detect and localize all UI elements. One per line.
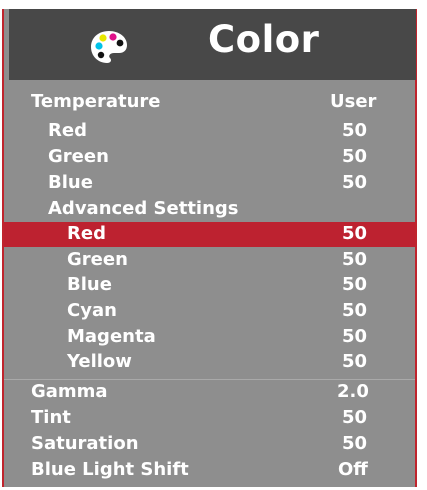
advanced-magenta-row[interactable]: Magenta 50 [4, 325, 415, 350]
blue-light-shift-row[interactable]: Blue Light Shift Off [4, 458, 415, 483]
advanced-blue-row[interactable]: Blue 50 [4, 273, 415, 298]
advanced-settings-row[interactable]: Advanced Settings [4, 197, 415, 222]
blue-value: 50 [342, 172, 368, 193]
advanced-settings-label: Advanced Settings [48, 198, 239, 219]
red-value: 50 [342, 120, 368, 141]
saturation-label: Saturation [31, 433, 139, 454]
tint-label: Tint [31, 407, 71, 428]
advanced-cyan-label: Cyan [67, 300, 117, 321]
advanced-blue-value: 50 [342, 274, 368, 295]
red-label: Red [48, 120, 87, 141]
green-row[interactable]: Green 50 [4, 145, 415, 170]
advanced-magenta-label: Magenta [67, 326, 156, 347]
advanced-cyan-row[interactable]: Cyan 50 [4, 299, 415, 324]
advanced-green-row[interactable]: Green 50 [4, 248, 415, 273]
advanced-green-label: Green [67, 249, 128, 270]
tint-row[interactable]: Tint 50 [4, 406, 415, 431]
blue-light-shift-label: Blue Light Shift [31, 459, 189, 480]
advanced-blue-label: Blue [67, 274, 112, 295]
advanced-red-value: 50 [342, 223, 368, 244]
blue-label: Blue [48, 172, 93, 193]
saturation-value: 50 [342, 433, 368, 454]
gamma-row[interactable]: Gamma 2.0 [4, 379, 415, 405]
advanced-red-label: Red [67, 223, 106, 244]
gamma-label: Gamma [31, 381, 108, 402]
tint-value: 50 [342, 407, 368, 428]
red-row[interactable]: Red 50 [4, 119, 415, 144]
advanced-cyan-value: 50 [342, 300, 368, 321]
advanced-yellow-label: Yellow [67, 351, 132, 372]
advanced-magenta-value: 50 [342, 326, 368, 347]
saturation-row[interactable]: Saturation 50 [4, 432, 415, 457]
temperature-label: Temperature [31, 91, 161, 112]
palette-icon [91, 31, 127, 63]
blue-row[interactable]: Blue 50 [4, 171, 415, 196]
gamma-value: 2.0 [337, 381, 369, 402]
advanced-yellow-row[interactable]: Yellow 50 [4, 350, 415, 375]
advanced-green-value: 50 [342, 249, 368, 270]
green-value: 50 [342, 146, 368, 167]
menu-title: Color [208, 18, 320, 61]
advanced-yellow-value: 50 [342, 351, 368, 372]
temperature-value: User [330, 91, 377, 112]
advanced-red-row-selected[interactable]: Red 50 [4, 222, 415, 247]
blue-light-shift-value: Off [338, 459, 368, 480]
menu-header: Color [9, 9, 416, 80]
temperature-row[interactable]: Temperature User [4, 90, 415, 115]
green-label: Green [48, 146, 109, 167]
color-menu-panel: Color Temperature User Red 50 Green 50 B… [2, 9, 417, 487]
